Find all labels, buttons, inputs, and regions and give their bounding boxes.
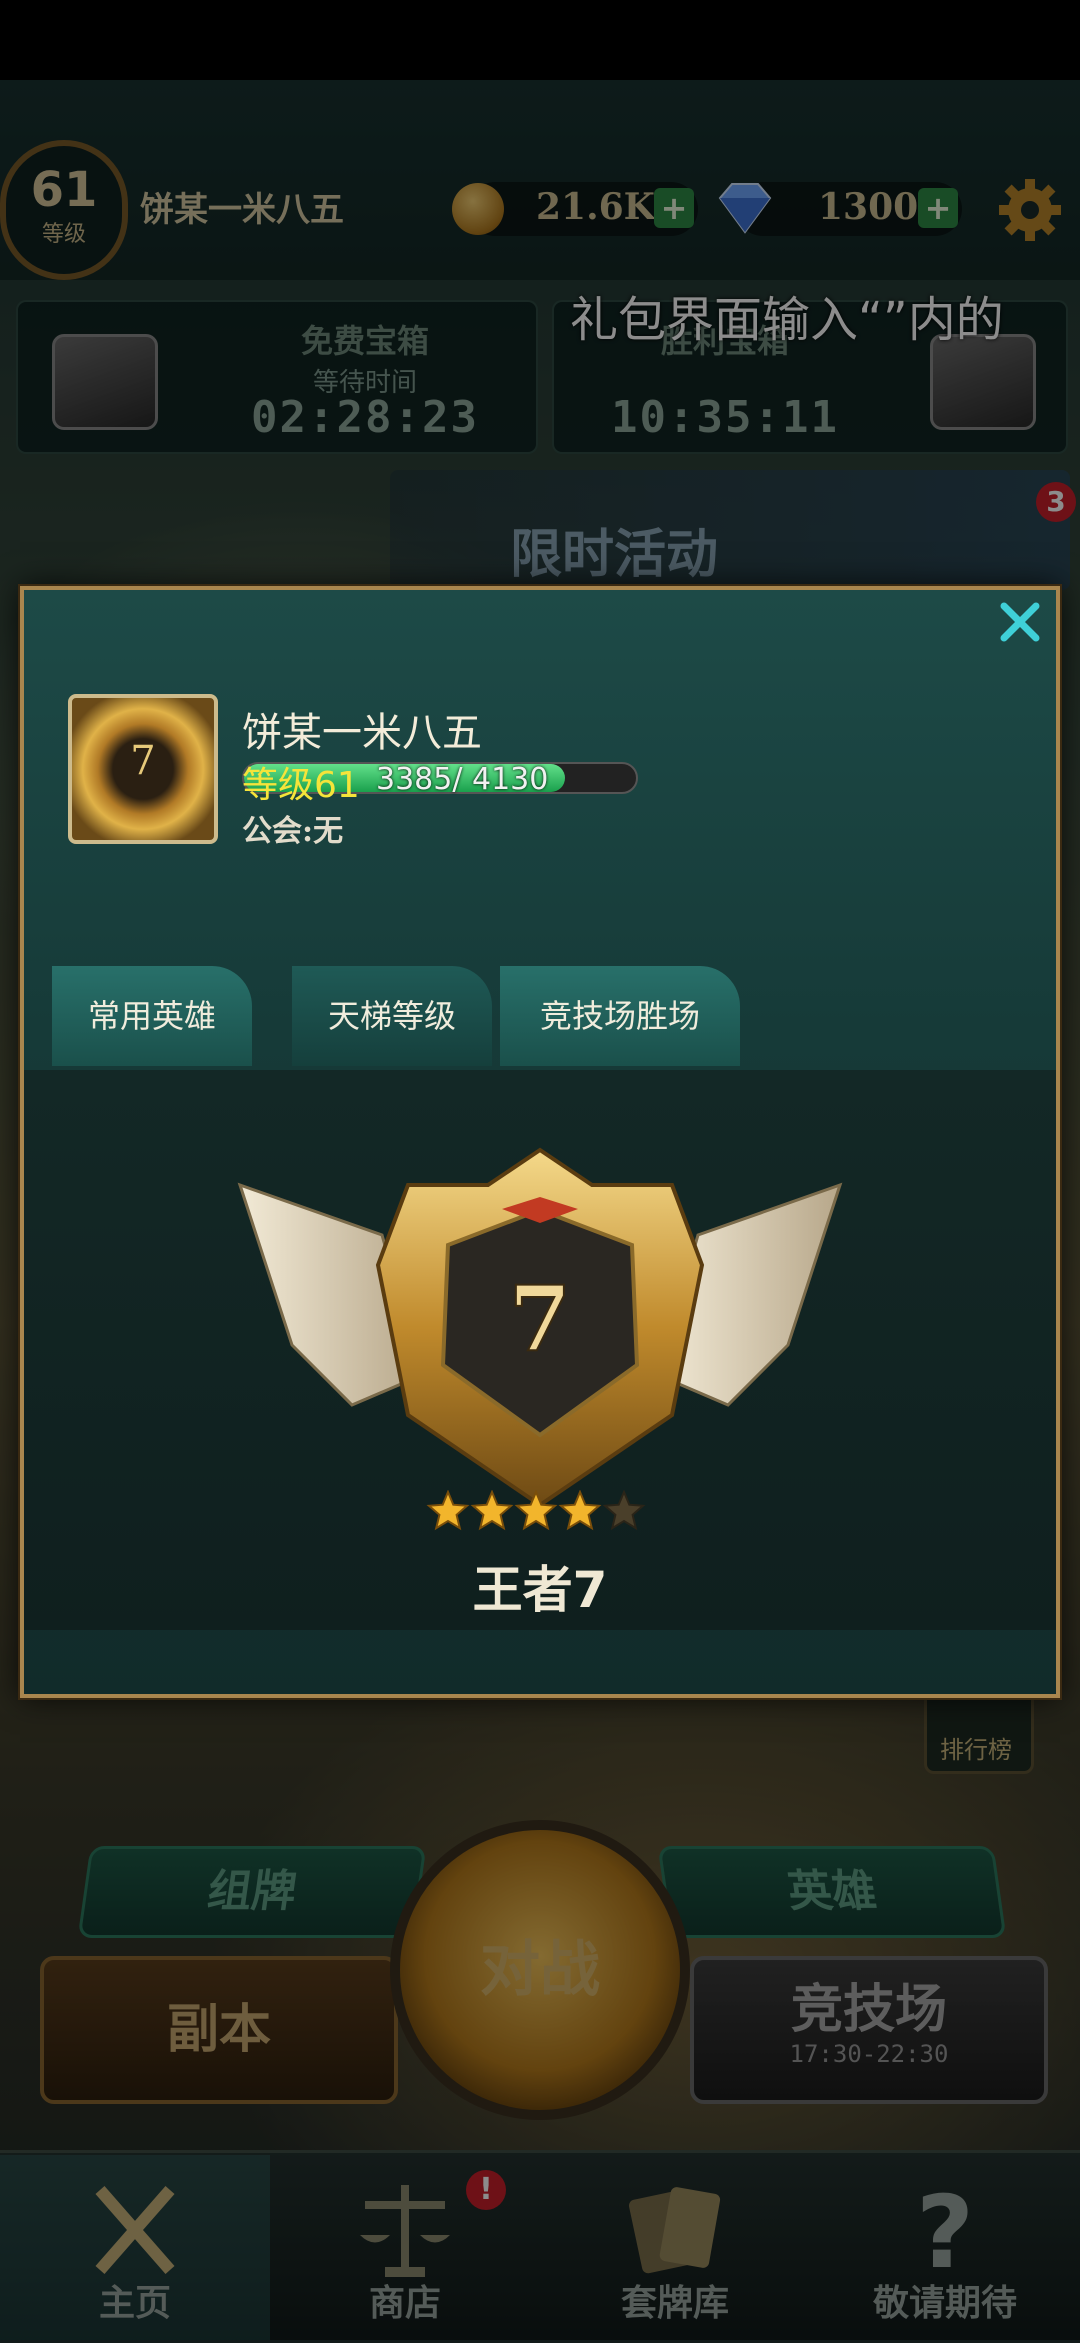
star-filled-icon — [514, 1490, 558, 1531]
star-filled-icon — [470, 1490, 514, 1531]
star-filled-icon — [558, 1490, 602, 1531]
level-value: 61 — [314, 765, 360, 806]
avatar-rank-number: 7 — [130, 738, 156, 784]
status-bar — [0, 0, 1080, 80]
tab-favorite-heroes[interactable]: 常用英雄 — [52, 966, 252, 1066]
rank-emblem-number: 7 — [509, 1266, 572, 1372]
rank-emblem-icon: 7 — [237, 1147, 843, 1508]
profile-player-name: 饼某一米八五 — [242, 710, 482, 756]
star-filled-icon — [426, 1490, 470, 1531]
guild-info: 公会:无 — [242, 814, 344, 849]
rank-stars — [426, 1490, 646, 1531]
level-prefix: 等级 — [242, 765, 315, 806]
profile-level: 等级61 — [242, 756, 360, 808]
tab-ladder-rank[interactable]: 天梯等级 — [292, 966, 492, 1066]
tab-arena-wins[interactable]: 竞技场胜场 — [500, 966, 740, 1066]
star-empty-icon — [602, 1490, 646, 1531]
close-icon[interactable] — [990, 592, 1050, 652]
xp-text: 3385/ 4130 — [376, 762, 549, 797]
rank-title: 王者7 — [472, 1561, 608, 1619]
